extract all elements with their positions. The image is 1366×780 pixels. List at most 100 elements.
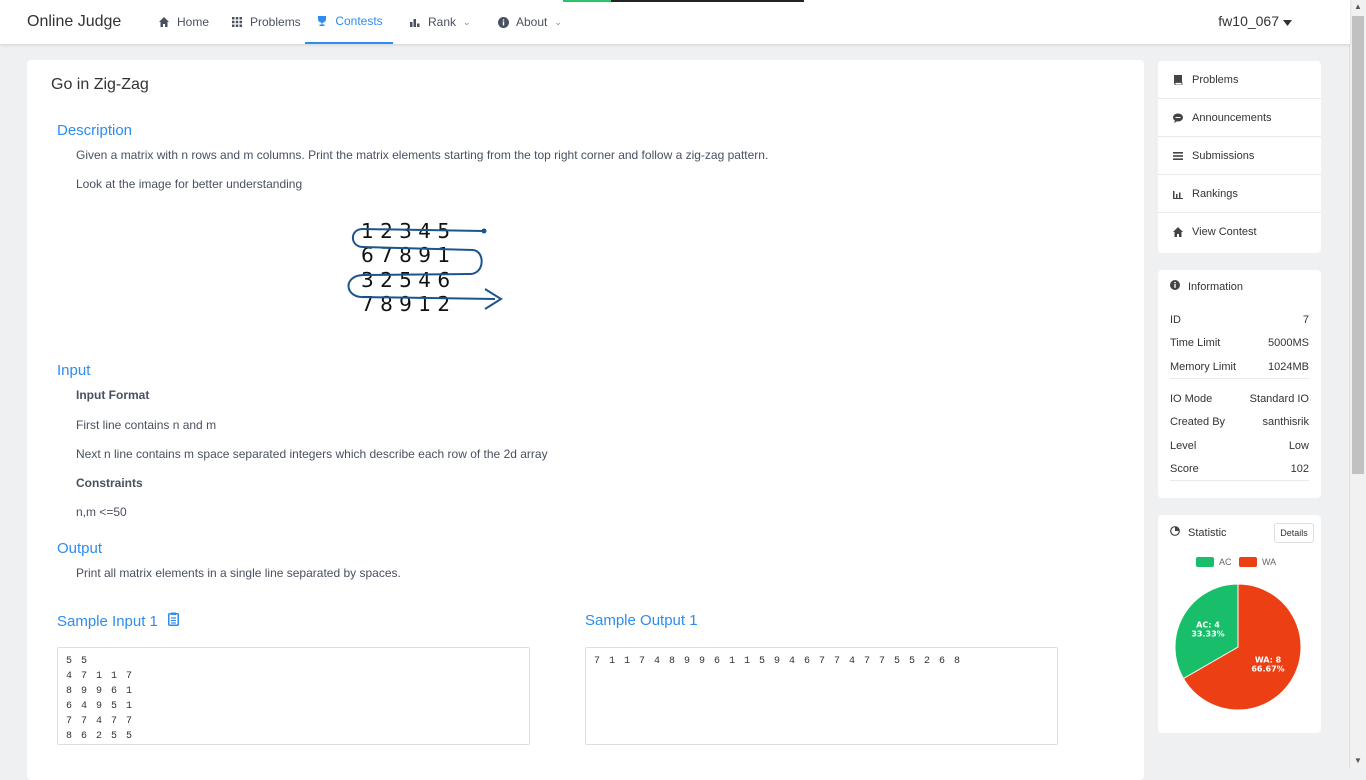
sample-output-box[interactable]: 7 1 1 7 4 8 9 9 6 1 1 5 9 4 6 7 7 4 7 7 … — [585, 647, 1058, 745]
book-icon — [1172, 74, 1183, 85]
output-heading: Output — [57, 540, 103, 557]
menu-item-view-contest[interactable]: View Contest — [1158, 213, 1321, 251]
information-header: Information — [1170, 280, 1243, 293]
statistic-card: Statistic Details AC WA WA: 8 66.67% AC: 4… — [1158, 515, 1321, 733]
info-row-id: ID 7 — [1170, 309, 1309, 331]
legend-swatch-wa — [1239, 557, 1257, 567]
info-value: Low — [1288, 440, 1309, 452]
scrollbar-thumb[interactable] — [1352, 16, 1364, 474]
top-navbar: Online Judge Home Problems Contests Rank… — [0, 0, 1350, 44]
chat-icon — [1172, 112, 1183, 123]
grid-icon — [230, 15, 244, 29]
sample-input-heading: Sample Input 1 — [57, 612, 179, 630]
sample-input-title: Sample Input 1 — [57, 612, 158, 630]
info-row-score: Score 102 — [1170, 458, 1309, 481]
pie-data-label: 33.33% — [1191, 630, 1224, 639]
menu-item-problems[interactable]: Problems — [1158, 61, 1321, 99]
nav-problems-label: Problems — [250, 15, 301, 29]
chevron-down-icon: ⌄ — [463, 16, 471, 27]
brand-logo[interactable]: Online Judge — [27, 13, 121, 31]
info-key: Score — [1170, 463, 1199, 475]
info-value: 102 — [1290, 463, 1309, 475]
info-row-time-limit: Time Limit 5000MS — [1170, 332, 1309, 354]
menu-item-submissions[interactable]: Submissions — [1158, 137, 1321, 175]
info-row-level: Level Low — [1170, 435, 1309, 457]
info-key: Created By — [1170, 416, 1226, 428]
problem-card: Go in Zig-Zag Description Given a matrix… — [27, 60, 1144, 780]
bar-chart-icon — [1172, 188, 1183, 199]
home-icon — [157, 15, 171, 29]
scroll-up-arrow-icon[interactable]: ▲ — [1350, 0, 1366, 14]
description-heading: Description — [57, 122, 133, 139]
pie-data-label: AC: 4 — [1196, 621, 1220, 630]
info-key: Time Limit — [1170, 337, 1221, 349]
description-text: Given a matrix with n rows and m columns… — [76, 148, 769, 162]
nav-rank-label: Rank — [428, 15, 457, 29]
legend-swatch-ac — [1196, 557, 1214, 567]
matrix-row-text: 3 2 5 4 6 — [361, 268, 450, 292]
nav-home-label: Home — [177, 15, 210, 29]
sample-input-box[interactable]: 5 5 4 7 1 1 7 8 9 9 6 1 6 4 9 5 1 7 7 4 … — [57, 647, 530, 745]
info-value: santhisrik — [1262, 416, 1309, 428]
loading-bar-fill — [563, 0, 612, 2]
info-value: 1024MB — [1268, 361, 1309, 373]
scroll-down-arrow-icon[interactable]: ▼ — [1350, 754, 1366, 768]
info-key: Level — [1170, 440, 1197, 452]
chevron-down-icon: ⌄ — [554, 16, 562, 27]
clipboard-icon[interactable] — [167, 612, 179, 630]
input-heading: Input — [57, 362, 91, 379]
matrix-row-text: 7 8 9 1 2 — [361, 292, 450, 316]
info-icon — [496, 15, 510, 29]
details-button[interactable]: Details — [1274, 523, 1314, 543]
caret-down-icon — [1283, 13, 1292, 29]
description-text: Look at the image for better understandi… — [76, 177, 303, 191]
menu-item-label: View Contest — [1192, 226, 1257, 238]
statistic-title: Statistic — [1188, 526, 1227, 539]
info-value: 5000MS — [1268, 337, 1309, 349]
legend-label: AC — [1219, 557, 1232, 567]
info-key: Memory Limit — [1170, 361, 1237, 373]
page-scrollbar[interactable]: ▲ ▼ — [1349, 0, 1366, 768]
menu-item-rankings[interactable]: Rankings — [1158, 175, 1321, 213]
user-menu[interactable]: fw10_067 — [1218, 13, 1292, 29]
menu-item-announcements[interactable]: Announcements — [1158, 99, 1321, 137]
nav-about-label: About — [516, 15, 548, 29]
nav-problems[interactable]: Problems — [230, 0, 301, 44]
input-line: Next n line contains m space separated i… — [76, 447, 548, 461]
nav-home[interactable]: Home — [157, 0, 209, 44]
legend-wa[interactable]: WA — [1239, 557, 1276, 567]
pie-data-label: WA: 8 — [1255, 655, 1282, 664]
legend-label: WA — [1262, 557, 1277, 567]
problem-title: Go in Zig-Zag — [51, 76, 149, 93]
info-value: Standard IO — [1249, 393, 1309, 405]
page-loading-bar — [563, 0, 804, 2]
legend-ac[interactable]: AC — [1196, 557, 1232, 567]
constraints-text: n,m <=50 — [76, 505, 127, 519]
list-icon — [1172, 150, 1183, 161]
username: fw10_067 — [1218, 13, 1279, 29]
info-row-memory-limit: Memory Limit 1024MB — [1170, 356, 1309, 379]
pie-data-label: 66.67% — [1251, 664, 1284, 673]
info-icon — [1170, 280, 1180, 293]
submission-pie-chart: WA: 866.67% AC: 433.33% — [1174, 583, 1302, 711]
info-row-created-by: Created By santhisrik — [1170, 411, 1309, 433]
nav-rank[interactable]: Rank ⌄ — [408, 0, 471, 44]
information-card: Information ID 7 Time Limit 5000MS Memor… — [1158, 270, 1321, 498]
nav-contests-label: Contests — [335, 14, 383, 28]
nav-about[interactable]: About ⌄ — [496, 0, 562, 44]
input-line: First line contains n and m — [76, 418, 217, 432]
info-value: 7 — [1302, 314, 1309, 326]
information-title: Information — [1188, 280, 1244, 293]
input-format-label: Input Format — [76, 388, 150, 402]
statistic-header: Statistic — [1170, 526, 1227, 539]
nav-contests[interactable]: Contests — [305, 0, 393, 44]
pie-chart-icon — [1170, 526, 1180, 539]
info-key: IO Mode — [1170, 393, 1213, 405]
info-key: ID — [1170, 314, 1181, 326]
home-icon — [1172, 227, 1183, 238]
contest-menu-card: Problems Announcements Submissions Ranki… — [1158, 61, 1321, 253]
menu-item-label: Problems — [1192, 73, 1239, 86]
menu-item-label: Submissions — [1192, 149, 1255, 162]
sample-output-heading: Sample Output 1 — [585, 612, 698, 629]
info-row-io-mode: IO Mode Standard IO — [1170, 388, 1309, 410]
